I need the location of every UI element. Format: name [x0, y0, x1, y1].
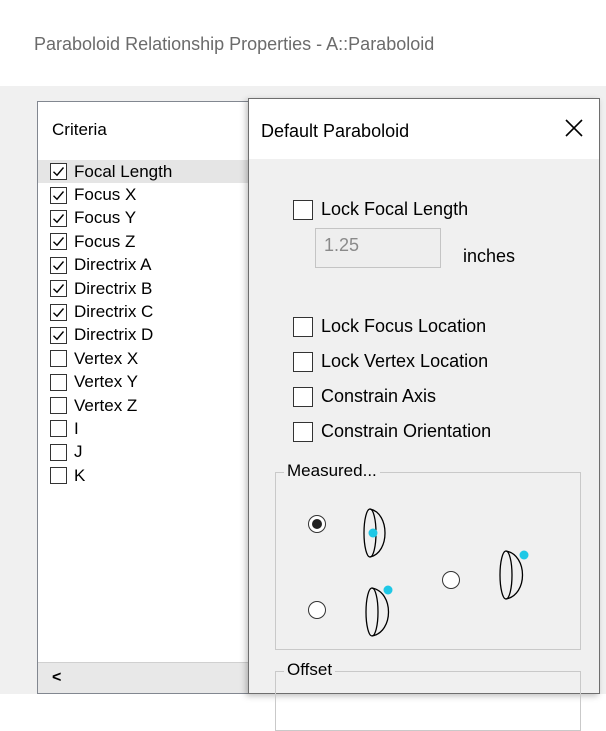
window-titlebar: Paraboloid Relationship Properties - A::… — [0, 0, 606, 86]
criteria-item-label: J — [74, 442, 83, 462]
constrain-axis-checkbox[interactable]: Constrain Axis — [293, 386, 436, 407]
criteria-item-label: Focus Y — [74, 208, 137, 228]
criteria-item[interactable]: Vertex X — [38, 347, 266, 370]
focal-length-input[interactable]: 1.25 — [315, 228, 441, 268]
close-icon[interactable] — [564, 118, 584, 138]
criteria-checkbox[interactable] — [50, 233, 67, 251]
criteria-checkbox[interactable] — [50, 443, 67, 461]
criteria-item[interactable]: K — [38, 464, 266, 487]
dialog-close-button[interactable] — [559, 113, 589, 143]
lock-focal-length-checkbox[interactable]: Lock Focal Length — [293, 199, 468, 220]
lock-focal-length-label: Lock Focal Length — [321, 199, 469, 219]
criteria-item-label: Directrix A — [74, 255, 152, 275]
criteria-header: Criteria — [52, 120, 107, 139]
lock-focus-location-checkbox[interactable]: Lock Focus Location — [293, 316, 486, 337]
constrain-orientation-label: Constrain Orientation — [321, 421, 492, 441]
criteria-item-label: Focal Length — [74, 161, 173, 181]
measured-option-focus-top-radio[interactable] — [308, 601, 326, 619]
lock-vertex-location-label: Lock Vertex Location — [321, 351, 489, 371]
criteria-item[interactable]: Vertex Y — [38, 371, 266, 394]
lock-focus-location-label: Lock Focus Location — [321, 316, 487, 336]
constrain-orientation-checkbox[interactable]: Constrain Orientation — [293, 421, 491, 442]
criteria-item-label: Directrix B — [74, 278, 153, 298]
window-title: Paraboloid Relationship Properties - A::… — [34, 34, 435, 54]
paraboloid-focus-top-icon — [365, 585, 393, 637]
criteria-item[interactable]: Vertex Z — [38, 394, 266, 417]
criteria-item[interactable]: J — [38, 441, 266, 464]
criteria-item-label: Directrix C — [74, 302, 154, 322]
checkbox-box[interactable] — [293, 421, 313, 442]
checkbox-box[interactable] — [293, 386, 313, 407]
criteria-item-label: K — [74, 465, 86, 485]
measured-groupbox: Measured... — [275, 461, 581, 650]
criteria-checkbox[interactable] — [50, 209, 67, 227]
criteria-checkbox[interactable] — [50, 256, 67, 274]
checkbox-box[interactable] — [293, 351, 313, 372]
criteria-checkbox[interactable] — [50, 163, 67, 181]
criteria-item[interactable]: Focus X — [38, 183, 266, 206]
criteria-checkbox[interactable] — [50, 186, 67, 204]
criteria-item[interactable]: Focal Length — [38, 160, 266, 184]
constrain-axis-label: Constrain Axis — [321, 386, 437, 406]
criteria-item-label: Vertex X — [74, 348, 139, 368]
dialog-titlebar: Default Paraboloid — [249, 99, 599, 159]
criteria-item[interactable]: Directrix A — [38, 254, 266, 277]
criteria-checkbox[interactable] — [50, 280, 67, 298]
criteria-item[interactable]: I — [38, 417, 266, 440]
criteria-checkbox[interactable] — [50, 397, 67, 415]
criteria-item[interactable]: Directrix C — [38, 300, 266, 323]
lock-vertex-location-checkbox[interactable]: Lock Vertex Location — [293, 351, 488, 372]
dialog-title: Default Paraboloid — [261, 121, 410, 141]
measured-option-focus-top-right-radio[interactable] — [442, 571, 460, 589]
criteria-list: Focal Length Focus X Focus Y Focus Z Directr… — [38, 160, 266, 487]
measured-group-legend: Measured... — [284, 461, 380, 481]
criteria-item-label: Vertex Z — [74, 395, 138, 415]
criteria-item-label: Directrix D — [74, 325, 154, 345]
checkbox-box[interactable] — [293, 316, 313, 337]
offset-group-legend: Offset — [284, 660, 336, 680]
horizontal-scrollbar[interactable]: < — [38, 662, 266, 693]
paraboloid-focus-top-right-icon — [499, 550, 529, 600]
criteria-item-label: I — [74, 418, 79, 438]
criteria-checkbox[interactable] — [50, 420, 67, 438]
criteria-item[interactable]: Directrix D — [38, 324, 266, 347]
criteria-item-label: Focus X — [74, 185, 137, 205]
default-paraboloid-dialog: Default Paraboloid Lock Focal Length 1.2… — [248, 98, 600, 731]
criteria-item[interactable]: Focus Z — [38, 230, 266, 253]
criteria-item[interactable]: Focus Y — [38, 207, 266, 230]
criteria-item[interactable]: Directrix B — [38, 277, 266, 300]
focal-length-unit: inches — [463, 246, 516, 266]
scroll-left-arrow-icon[interactable]: < — [52, 669, 61, 687]
criteria-checkbox[interactable] — [50, 467, 67, 485]
checkbox-box[interactable] — [293, 199, 313, 220]
criteria-list-panel: Criteria Focal Length Focus X Focus Y Focus… — [37, 101, 267, 694]
criteria-checkbox[interactable] — [50, 303, 67, 321]
criteria-checkbox[interactable] — [50, 350, 67, 368]
paraboloid-focus-on-face-icon — [363, 508, 386, 558]
criteria-item-label: Vertex Y — [74, 372, 138, 392]
criteria-checkbox[interactable] — [50, 373, 67, 391]
criteria-item-label: Focus Z — [74, 231, 136, 251]
criteria-checkbox[interactable] — [50, 326, 67, 344]
measured-option-focus-on-face-radio[interactable] — [308, 515, 326, 533]
offset-groupbox: Offset — [275, 660, 581, 731]
